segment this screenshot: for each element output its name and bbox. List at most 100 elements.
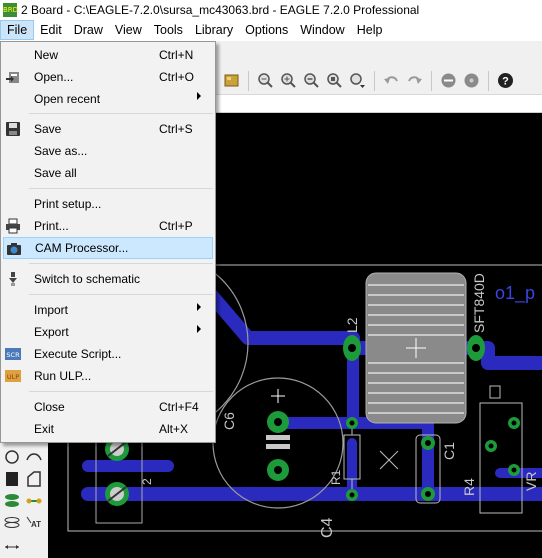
- menu-item-label: Print...: [34, 219, 69, 233]
- toolbar-separator: [431, 71, 432, 91]
- inductor-body: [365, 272, 467, 424]
- menu-options[interactable]: Options: [239, 20, 294, 40]
- toolbar-separator: [374, 71, 375, 91]
- label-pin-2: 2: [140, 478, 154, 485]
- switch-icon: [9, 272, 17, 286]
- undo-icon[interactable]: [382, 71, 401, 90]
- svg-text:SCR: SCR: [6, 351, 20, 359]
- menu-item-shortcut: Ctrl+P: [159, 219, 193, 233]
- menu-item-open-recent[interactable]: Open recent: [3, 88, 213, 110]
- stop-icon[interactable]: [439, 71, 458, 90]
- label-l2: L2: [344, 317, 360, 333]
- menu-item-shortcut: Ctrl+O: [159, 70, 195, 84]
- route-tool-icon[interactable]: [25, 492, 43, 510]
- menu-item-print[interactable]: Print... Ctrl+P: [3, 215, 213, 237]
- dimension-tool-icon[interactable]: [3, 538, 21, 556]
- menu-item-label: Save as...: [34, 144, 88, 158]
- menu-item-label: CAM Processor...: [35, 241, 129, 255]
- menu-item-print-setup[interactable]: Print setup...: [3, 193, 213, 215]
- menu-help[interactable]: Help: [351, 20, 389, 40]
- menu-view[interactable]: View: [109, 20, 148, 40]
- menu-item-save-all[interactable]: Save all: [3, 162, 213, 184]
- menu-item-label: Exit: [34, 422, 55, 436]
- menu-item-label: Run ULP...: [34, 369, 92, 383]
- label-vr: VR: [523, 472, 539, 491]
- menu-separator: [29, 391, 213, 392]
- ulp-icon: ULP: [5, 370, 21, 382]
- submenu-arrow-icon: [197, 92, 201, 100]
- svg-text:AT: AT: [31, 520, 41, 529]
- menu-item-execute-script[interactable]: SCR Execute Script...: [3, 343, 213, 365]
- menu-item-label: Save all: [34, 166, 77, 180]
- menu-item-label: Import: [34, 303, 69, 317]
- label-c1: C1: [441, 442, 457, 460]
- save-icon: [6, 122, 20, 136]
- ratsnest-tool-icon[interactable]: [3, 492, 21, 510]
- menu-item-shortcut: Ctrl+N: [159, 48, 194, 62]
- menu-item-label: Open...: [34, 70, 74, 84]
- label-o1: o1_p: [495, 283, 535, 304]
- zoom-in-icon[interactable]: [279, 71, 298, 90]
- redo-icon[interactable]: [405, 71, 424, 90]
- menu-item-label: Print setup...: [34, 197, 102, 211]
- menu-separator: [29, 263, 213, 264]
- auto-tool-icon[interactable]: [3, 514, 21, 532]
- menu-item-cam-processor[interactable]: CAM Processor...: [3, 237, 213, 259]
- zoom-out-icon[interactable]: [302, 71, 321, 90]
- menu-item-shortcut: Ctrl+F4: [159, 400, 199, 414]
- label-r4: R4: [461, 478, 477, 496]
- layer-icon[interactable]: [222, 71, 241, 90]
- menu-separator: [29, 113, 213, 114]
- menu-item-close[interactable]: Close Ctrl+F4: [3, 396, 213, 418]
- menu-item-label: Execute Script...: [34, 347, 122, 361]
- zoom-select-icon[interactable]: [325, 71, 344, 90]
- title-bar: BRD 2 Board - C:\EAGLE-7.2.0\sursa_mc430…: [0, 0, 542, 19]
- label-c6: C6: [221, 412, 237, 430]
- menu-item-switch-to-schematic[interactable]: Switch to schematic: [3, 268, 213, 290]
- submenu-arrow-icon: [197, 325, 201, 333]
- eagle-app-icon: BRD: [3, 2, 18, 17]
- menu-tools[interactable]: Tools: [148, 20, 189, 40]
- polygon-tool-icon[interactable]: [25, 470, 43, 488]
- menu-item-run-ulp[interactable]: ULP Run ULP...: [3, 365, 213, 387]
- script-icon: SCR: [5, 348, 21, 360]
- menu-item-export[interactable]: Export: [3, 321, 213, 343]
- open-icon: [6, 72, 19, 83]
- menu-library[interactable]: Library: [189, 20, 239, 40]
- svg-text:?: ?: [502, 76, 509, 88]
- menu-separator: [29, 294, 213, 295]
- menu-separator: [29, 188, 213, 189]
- menu-item-save[interactable]: Save Ctrl+S: [3, 118, 213, 140]
- label-c4: C4: [319, 517, 336, 538]
- arc-tool-icon[interactable]: [25, 448, 43, 466]
- help-icon[interactable]: ?: [496, 71, 515, 90]
- cam-icon: [7, 243, 21, 255]
- cross-mark: [379, 450, 399, 470]
- menu-item-exit[interactable]: Exit Alt+X: [3, 418, 213, 440]
- menu-window[interactable]: Window: [294, 20, 350, 40]
- label-sft: SFT840D: [471, 273, 487, 333]
- rect-tool-icon[interactable]: [3, 470, 21, 488]
- menu-item-open[interactable]: Open... Ctrl+O: [3, 66, 213, 88]
- label-r1: R1: [329, 469, 343, 485]
- zoom-dropdown-icon[interactable]: [348, 71, 367, 90]
- menu-item-save-as[interactable]: Save as...: [3, 140, 213, 162]
- menu-bar: File Edit Draw View Tools Library Option…: [0, 19, 542, 41]
- menu-file[interactable]: File: [0, 20, 35, 40]
- menu-item-label: Open recent: [34, 92, 101, 106]
- menu-item-label: Switch to schematic: [34, 272, 141, 286]
- menu-item-shortcut: Alt+X: [159, 422, 189, 436]
- svg-text:ULP: ULP: [7, 373, 19, 381]
- printer-icon: [6, 218, 20, 234]
- menu-draw[interactable]: Draw: [68, 20, 109, 40]
- circle-tool-icon[interactable]: [3, 448, 21, 466]
- window-title: 2 Board - C:\EAGLE-7.2.0\sursa_mc43063.b…: [21, 2, 420, 17]
- menu-item-import[interactable]: Import: [3, 299, 213, 321]
- attribute-tool-icon[interactable]: AT: [25, 514, 43, 532]
- menu-edit[interactable]: Edit: [34, 20, 68, 40]
- menu-item-label: Export: [34, 325, 69, 339]
- menu-item-new[interactable]: New Ctrl+N: [3, 44, 213, 66]
- go-icon[interactable]: [462, 71, 481, 90]
- toolbar-separator: [248, 71, 249, 91]
- zoom-fit-icon[interactable]: [256, 71, 275, 90]
